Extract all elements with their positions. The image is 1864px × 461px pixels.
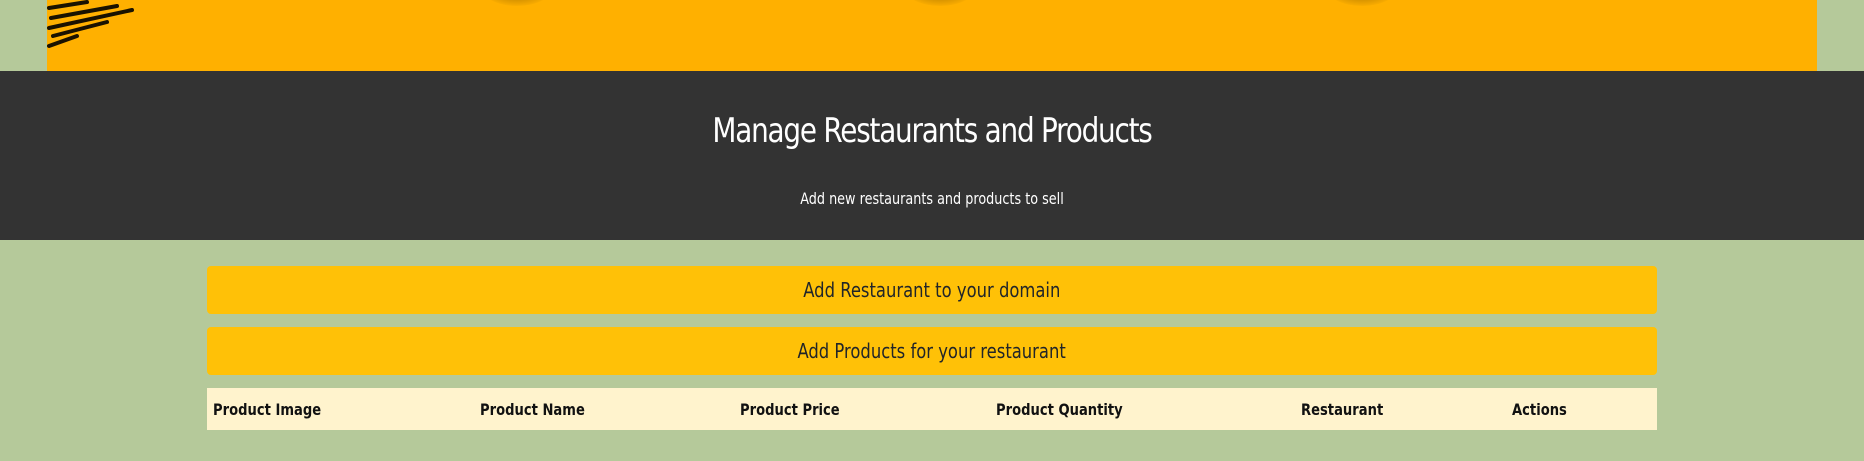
column-header-actions: Actions (1512, 400, 1567, 419)
column-header-product-name: Product Name (480, 400, 585, 419)
add-restaurant-button[interactable]: Add Restaurant to your domain (207, 266, 1657, 314)
column-header-product-quantity: Product Quantity (996, 400, 1123, 419)
add-products-button[interactable]: Add Products for your restaurant (207, 327, 1657, 375)
main-content: Add Restaurant to your domain Add Produc… (207, 266, 1657, 430)
column-header-restaurant: Restaurant (1301, 400, 1384, 419)
hero-section: Manage Restaurants and Products Add new … (0, 71, 1864, 240)
column-header-product-image: Product Image (213, 400, 322, 419)
scribble-graphic (47, 0, 134, 48)
add-products-label: Add Products for your restaurant (797, 339, 1067, 363)
page-title: Manage Restaurants and Products (712, 111, 1152, 151)
hero-banner-image (47, 0, 1817, 71)
plate-shadow (482, 0, 552, 6)
page-subtitle: Add new restaurants and products to sell (800, 189, 1064, 208)
add-restaurant-label: Add Restaurant to your domain (803, 278, 1061, 302)
column-header-product-price: Product Price (740, 400, 840, 419)
plate-shadow (1327, 0, 1397, 6)
plate-shadow (905, 0, 975, 6)
products-table-header: Product Image Product Name Product Price… (207, 388, 1657, 430)
